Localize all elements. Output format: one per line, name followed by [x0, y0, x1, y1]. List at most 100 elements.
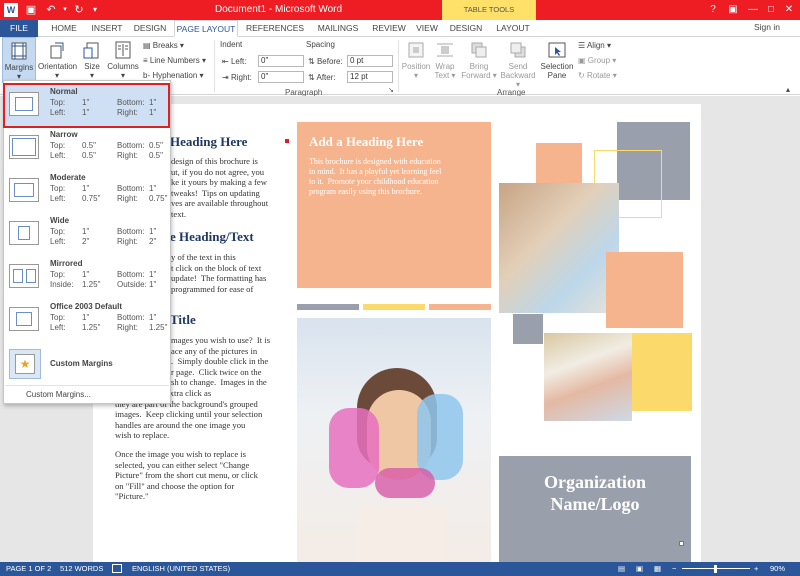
margin-mirrored-icon — [9, 264, 39, 288]
tab-review[interactable]: REVIEW — [368, 20, 410, 37]
tab-home[interactable]: HOME — [44, 20, 84, 37]
send-backward-button[interactable]: Send Backward ▾ — [498, 37, 538, 89]
customize-quick-access-icon[interactable]: ▾ — [88, 3, 102, 17]
resize-handle[interactable] — [679, 541, 684, 546]
margin-option-narrow[interactable]: Narrow Top: 0.5" Bottom: 0.5" Left: 0.5"… — [5, 127, 169, 170]
undo-dropdown-icon[interactable]: ▾ — [58, 3, 72, 17]
print-layout-icon[interactable]: ▣ — [636, 564, 643, 573]
organization-name-line-1: Organization — [544, 472, 646, 492]
rotate-button[interactable]: ↻ Rotate ▾ — [578, 71, 617, 80]
shirt-shape — [357, 508, 447, 562]
group-icon: ▣ — [578, 56, 586, 65]
bring-forward-icon — [471, 42, 487, 58]
indent-right-label: ⇥ Right: — [222, 73, 252, 82]
help-icon[interactable]: ? — [702, 2, 724, 18]
option-value: 0.75" — [149, 194, 168, 203]
close-icon[interactable]: ✕ — [778, 2, 800, 18]
proofing-icon[interactable] — [112, 564, 122, 573]
language[interactable]: ENGLISH (UNITED STATES) — [132, 564, 230, 573]
orange-square-large — [606, 252, 683, 328]
spacing-before-input[interactable]: 0 pt — [347, 55, 393, 67]
collapse-ribbon-icon[interactable]: ▴ — [786, 85, 790, 94]
option-value: 0.75" — [82, 194, 101, 203]
tab-references[interactable]: REFERENCES — [244, 20, 306, 37]
indent-left-input[interactable]: 0" — [258, 55, 304, 67]
wrap-text-label: Wrap — [435, 62, 455, 71]
option-value: 1.25" — [149, 323, 168, 332]
hyphenation-button[interactable]: b‑ Hyphenation ▾ — [143, 71, 204, 80]
option-value: 1" — [82, 184, 90, 193]
page-count[interactable]: PAGE 1 OF 2 — [6, 564, 51, 573]
columns-button[interactable]: Columns ▾ — [106, 37, 140, 80]
position-button[interactable]: Position ▾ — [400, 37, 432, 80]
redo-icon[interactable]: ↻ — [72, 3, 86, 17]
margin-option-mirrored[interactable]: Mirrored Top: 1" Bottom: 1" Inside: 1.25… — [5, 256, 169, 299]
tab-design[interactable]: DESIGN — [130, 20, 170, 37]
align-button[interactable]: ☰ Align ▾ — [578, 41, 611, 50]
ribbon-display-options-icon[interactable]: ▣ — [722, 2, 744, 18]
word-logo-icon: W — [4, 3, 18, 17]
margin-option-wide[interactable]: Wide Top: 1" Bottom: 1" Left: 2" Right: … — [5, 213, 169, 256]
children-chalk-photo[interactable] — [499, 183, 619, 313]
selection-pane-label-2: Pane — [547, 71, 567, 80]
selection-pane-button[interactable]: Selection Pane — [538, 37, 576, 80]
breaks-button[interactable]: ▤ Breaks ▾ — [143, 41, 184, 50]
option-value: 0.5" — [149, 141, 163, 150]
zoom-slider-thumb[interactable] — [714, 565, 717, 573]
sign-in-link[interactable]: Sign in — [754, 22, 780, 32]
web-layout-icon[interactable]: ▦ — [654, 564, 661, 573]
option-key: Bottom: — [117, 313, 145, 322]
bring-forward-label: Bring — [469, 62, 489, 71]
margin-option-custom[interactable]: ★ Custom Margins — [5, 345, 169, 383]
tab-mailings[interactable]: MAILINGS — [310, 20, 366, 37]
tab-view[interactable]: VIEW — [412, 20, 442, 37]
align-icon: ☰ — [578, 41, 586, 50]
zoom-out-icon[interactable]: − — [672, 564, 676, 573]
save-icon[interactable]: ▣ — [24, 3, 38, 17]
wrap-text-button[interactable]: Wrap Text ▾ — [432, 37, 458, 80]
margin-option-office-2003[interactable]: Office 2003 Default Top: 1" Bottom: 1" L… — [5, 299, 169, 342]
position-label: Position — [401, 62, 431, 71]
option-key: Bottom: — [117, 270, 145, 279]
option-key: Top: — [50, 313, 66, 322]
option-key: Top: — [50, 184, 66, 193]
hyphenation-label: Hyphenation — [152, 71, 198, 80]
rotate-label: Rotate — [586, 71, 611, 80]
size-button[interactable]: Size ▾ — [80, 37, 104, 80]
indent-right-input[interactable]: 0" — [258, 71, 304, 83]
margin-wide-icon — [9, 221, 39, 245]
custom-margins-link[interactable]: Custom Margins... — [26, 390, 91, 399]
col1-text-2: y of the text in this t click on the blo… — [171, 252, 267, 294]
paragraph-dialog-launcher-icon[interactable]: ↘ — [388, 86, 394, 94]
orientation-icon — [50, 42, 64, 59]
margins-button[interactable]: Margins ▾ — [2, 37, 36, 83]
custom-margins-star-icon: ★ — [9, 349, 41, 379]
margin-narrow-icon — [9, 135, 39, 159]
group-button[interactable]: ▣ Group ▾ — [578, 56, 616, 65]
tab-insert[interactable]: INSERT — [86, 20, 128, 37]
margin-option-moderate[interactable]: Moderate Top: 1" Bottom: 1" Left: 0.75" … — [5, 170, 169, 213]
indent-title: Indent — [220, 40, 243, 49]
zoom-in-icon[interactable]: + — [754, 564, 758, 573]
line-numbers-button[interactable]: ≡ Line Numbers ▾ — [143, 56, 206, 65]
tab-table-layout[interactable]: LAYOUT — [490, 20, 536, 37]
undo-icon[interactable]: ↶ — [44, 3, 58, 17]
orientation-button[interactable]: Orientation ▾ — [38, 37, 77, 80]
read-mode-icon[interactable]: ▤ — [618, 564, 625, 573]
hyphenation-icon: b‑ — [143, 71, 151, 80]
option-value: 0.5" — [82, 151, 96, 160]
option-key: Left: — [50, 323, 66, 332]
option-name: Narrow — [50, 130, 78, 139]
children-drawing-photo[interactable] — [544, 333, 632, 421]
tab-page-layout[interactable]: PAGE LAYOUT — [174, 20, 238, 37]
bring-forward-button[interactable]: Bring Forward ▾ — [460, 37, 498, 80]
tab-file[interactable]: FILE — [0, 20, 38, 37]
word-count[interactable]: 512 WORDS — [60, 564, 103, 573]
option-key: Bottom: — [117, 141, 145, 150]
spacing-after-input[interactable]: 12 pt — [347, 71, 393, 83]
zoom-level[interactable]: 90% — [770, 564, 785, 573]
option-key: Outside: — [117, 280, 147, 289]
tab-table-design[interactable]: DESIGN — [446, 20, 486, 37]
spacing-before-icon: ⇅ — [308, 57, 315, 66]
child-painted-hands-photo[interactable] — [297, 318, 491, 562]
